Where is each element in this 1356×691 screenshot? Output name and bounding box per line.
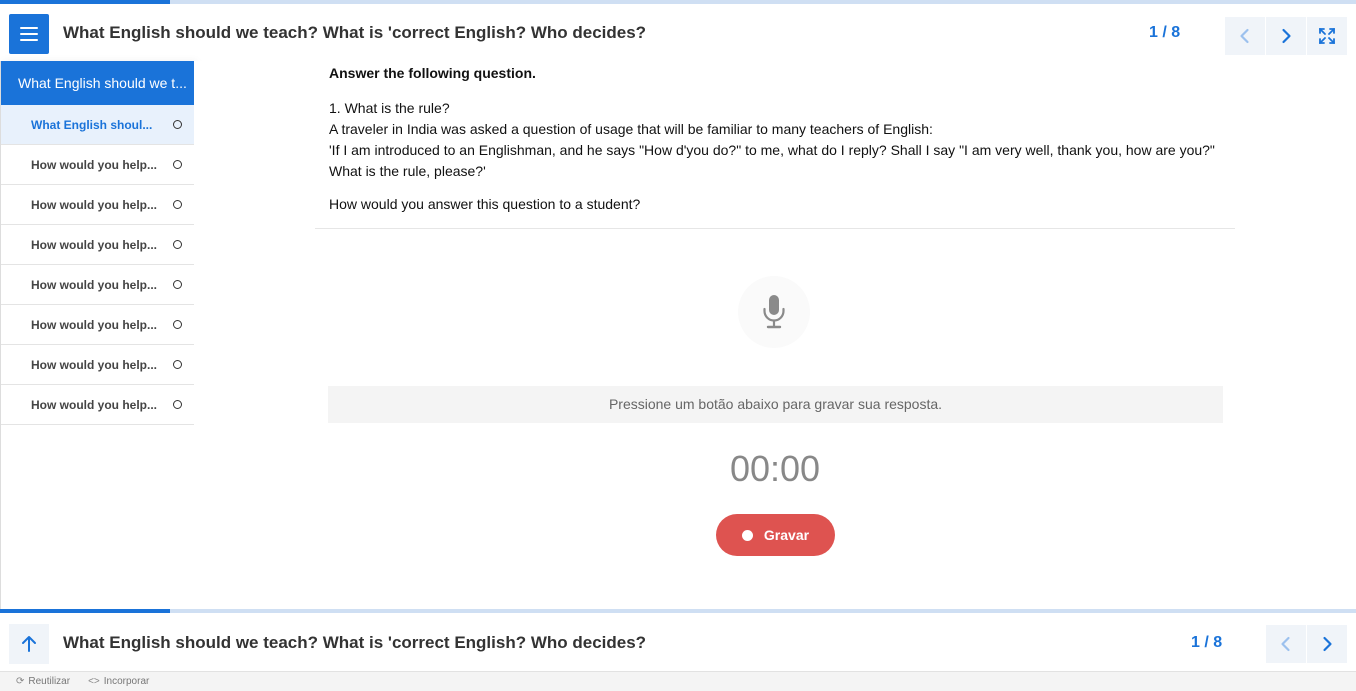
- record-button[interactable]: Gravar: [716, 514, 835, 556]
- status-circle-icon: [173, 240, 182, 249]
- sidebar-item-label: How would you help...: [31, 277, 157, 292]
- sidebar-item-1[interactable]: What English shoul...: [1, 105, 194, 145]
- status-circle-icon: [173, 200, 182, 209]
- page-counter: 1 / 8: [1149, 24, 1181, 41]
- sidebar: What English should we t... What English…: [0, 61, 194, 609]
- embed-link[interactable]: <> Incorporar: [88, 676, 149, 687]
- bottom-bar: What English should we teach? What is 'c…: [0, 609, 1356, 671]
- bottom-previous-button[interactable]: [1266, 625, 1306, 663]
- sidebar-item-5[interactable]: How would you help...: [1, 265, 194, 305]
- previous-button[interactable]: [1225, 17, 1265, 55]
- chevron-right-icon: [1323, 636, 1332, 652]
- sidebar-item-label: How would you help...: [31, 397, 157, 412]
- top-progress-bar: [0, 0, 170, 4]
- question-line: 1. What is the rule?: [329, 100, 450, 116]
- menu-icon: [20, 27, 38, 41]
- scroll-top-button[interactable]: [9, 624, 49, 664]
- sidebar-item-label: How would you help...: [31, 237, 157, 252]
- question-line: 'If I am introduced to an Englishman, an…: [329, 142, 1215, 158]
- main-content: Answer the following question. 1. What i…: [194, 61, 1356, 609]
- top-bar: What English should we teach? What is 'c…: [0, 0, 1356, 61]
- bottom-progress-bar: [0, 609, 170, 613]
- status-circle-icon: [173, 360, 182, 369]
- bottom-title: What English should we teach? What is 'c…: [63, 633, 647, 652]
- microphone-indicator: [738, 276, 810, 348]
- sidebar-item-label: How would you help...: [31, 357, 157, 372]
- fullscreen-button[interactable]: [1307, 17, 1347, 55]
- status-circle-icon: [173, 400, 182, 409]
- status-circle-icon: [173, 160, 182, 169]
- question-instruction: Answer the following question.: [329, 65, 536, 81]
- chevron-right-icon: [1282, 28, 1291, 44]
- status-circle-icon: [173, 280, 182, 289]
- arrow-up-icon: [22, 636, 36, 652]
- microphone-icon: [763, 295, 785, 329]
- sidebar-item-label: What English shoul...: [31, 117, 153, 132]
- divider: [315, 228, 1235, 229]
- chevron-left-icon: [1281, 636, 1290, 652]
- sidebar-item-6[interactable]: How would you help...: [1, 305, 194, 345]
- code-icon: <>: [88, 676, 100, 687]
- question-line: A traveler in India was asked a question…: [329, 121, 933, 137]
- sidebar-item-8[interactable]: How would you help...: [1, 385, 194, 425]
- menu-button[interactable]: [9, 14, 49, 54]
- sidebar-item-label: How would you help...: [31, 157, 157, 172]
- status-circle-icon: [173, 120, 182, 129]
- question-prompt: How would you answer this question to a …: [329, 196, 641, 212]
- record-hint: Pressione um botão abaixo para gravar su…: [328, 386, 1223, 423]
- sidebar-heading[interactable]: What English should we t...: [1, 61, 194, 105]
- sidebar-item-3[interactable]: How would you help...: [1, 185, 194, 225]
- record-dot-icon: [741, 529, 753, 541]
- reuse-link[interactable]: ⟳ Reutilizar: [16, 676, 70, 687]
- page-title: What English should we teach? What is 'c…: [63, 23, 647, 42]
- question-body: 1. What is the rule? A traveler in India…: [329, 98, 1249, 182]
- sidebar-item-7[interactable]: How would you help...: [1, 345, 194, 385]
- sidebar-item-label: How would you help...: [31, 317, 157, 332]
- record-timer: 00:00: [729, 448, 821, 489]
- sidebar-item-4[interactable]: How would you help...: [1, 225, 194, 265]
- next-button[interactable]: [1266, 17, 1306, 55]
- sidebar-item-2[interactable]: How would you help...: [1, 145, 194, 185]
- record-button-label: Gravar: [763, 527, 810, 543]
- page: What English should we teach? What is 'c…: [0, 0, 1356, 691]
- refresh-icon: ⟳: [16, 676, 25, 687]
- embed-label: Incorporar: [103, 676, 150, 687]
- fullscreen-icon: [1319, 28, 1335, 44]
- bottom-page-counter: 1 / 8: [1191, 634, 1223, 651]
- status-circle-icon: [173, 320, 182, 329]
- question-line: What is the rule, please?': [329, 163, 486, 179]
- bottom-next-button[interactable]: [1307, 625, 1347, 663]
- footer: ⟳ Reutilizar <> Incorporar: [0, 671, 1356, 691]
- reuse-label: Reutilizar: [28, 676, 71, 687]
- sidebar-item-label: How would you help...: [31, 197, 157, 212]
- chevron-left-icon: [1240, 28, 1249, 44]
